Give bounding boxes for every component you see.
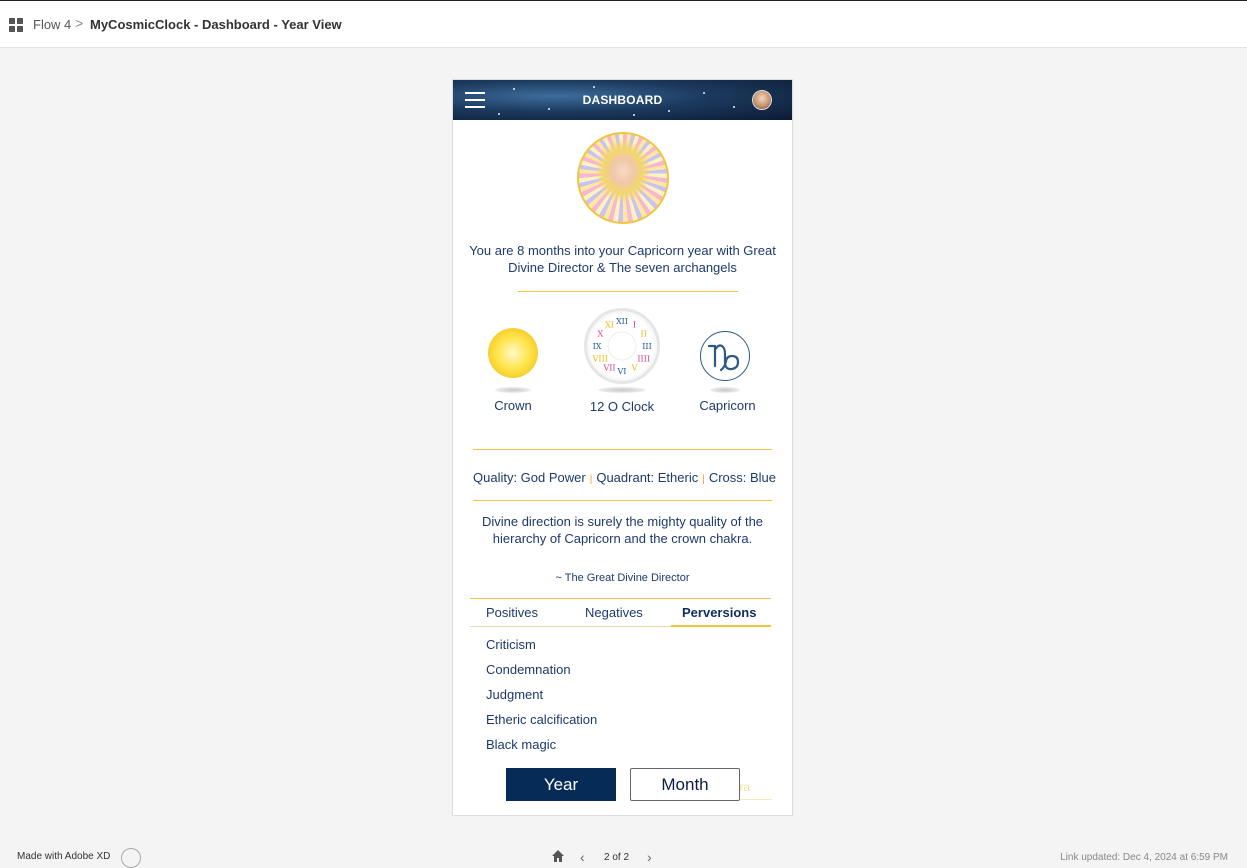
clock-numeral: XI [605,320,614,329]
header-title: DASHBOARD [582,93,663,107]
page-indicator: 2 of 2 [604,852,630,863]
faded-divider [736,799,772,800]
next-page-icon[interactable]: › [647,849,652,865]
list-item[interactable]: Judgment [486,687,543,702]
divider [473,500,772,501]
clock-numeral: VI [617,367,627,376]
capricorn-glyph-icon [707,344,740,372]
tab-perversions[interactable]: Perversions [682,605,756,620]
link-updated-text: Link updated: Dec 4, 2024 at 6:59 PM [1060,852,1228,863]
quote-author: ~ The Great Divine Director [555,572,690,584]
orb-shadow [598,387,646,393]
ascended-master-portrait [577,132,669,224]
quote-text: Divine direction is surely the mighty qu… [481,514,764,546]
quadrant-value: Quadrant: Etheric [596,470,699,485]
clock-inner-ring [607,331,637,361]
separator: | [589,474,593,485]
year-intro-text: You are 8 months into your Capricorn yea… [469,243,776,275]
breadcrumb-chevron-icon: > [75,15,84,31]
capricorn-label: Capricorn [699,398,756,413]
clock-numeral: III [642,342,651,351]
cosmic-clock-icon[interactable]: XII I II III IIII V VI VII VIII IX X XI [584,308,660,384]
divider [470,598,771,599]
breadcrumb-flow[interactable]: Flow 4 [33,17,71,32]
clock-numeral: X [597,330,603,339]
orb-shadow [710,387,740,393]
app-screen: DASHBOARD You are 8 months into your Cap… [452,79,793,816]
tab-positives[interactable]: Positives [486,605,538,620]
xd-logo-icon [121,848,141,868]
clock-face: XII IIIIIIIIIIVVIVIIVIIIIXXXI [592,317,652,376]
clock-numeral: XII [616,317,628,326]
avatar[interactable] [752,90,772,110]
separator: | [702,474,705,485]
list-item[interactable]: Etheric calcification [486,712,597,727]
clock-numeral: VII [602,364,615,373]
list-item[interactable]: Criticism [486,637,536,652]
cross-value: Cross: Blue [708,470,777,485]
divider [518,291,738,292]
clock-numeral: IX [593,342,602,351]
grid-icon[interactable] [9,18,23,32]
made-with-adobe-xd: Made with Adobe XD [17,851,111,862]
quality-value: Quality: God Power [473,470,586,485]
prototype-top-bar: Flow 4 > MyCosmicClock - Dashboard - Yea… [0,0,1247,48]
quality-row: Quality: God Power | Quadrant: Etheric | Cro… [473,470,776,485]
list-item[interactable]: Condemnation [486,662,571,677]
capricorn-sign-icon[interactable] [700,331,750,381]
year-button[interactable]: Year [506,768,616,801]
crown-label: Crown [494,398,532,413]
divider [473,449,772,450]
clock-numeral: I [633,320,636,329]
clock-numeral: IIII [637,355,650,364]
page-title: MyCosmicClock - Dashboard - Year View [90,17,342,32]
list-item[interactable]: Black magic [486,737,556,752]
clock-numeral: V [631,364,638,373]
active-tab-indicator [671,625,771,627]
app-header: DASHBOARD [453,80,792,120]
clock-numeral: II [641,330,647,339]
previous-page-icon[interactable]: ‹ [580,849,585,865]
orb-shadow [495,387,531,393]
clock-label: 12 O Clock [589,399,655,414]
clock-numeral: VIII [592,355,608,364]
crown-chakra-orb[interactable] [488,328,538,378]
month-button[interactable]: Month [630,768,740,801]
tab-negatives[interactable]: Negatives [585,605,643,620]
